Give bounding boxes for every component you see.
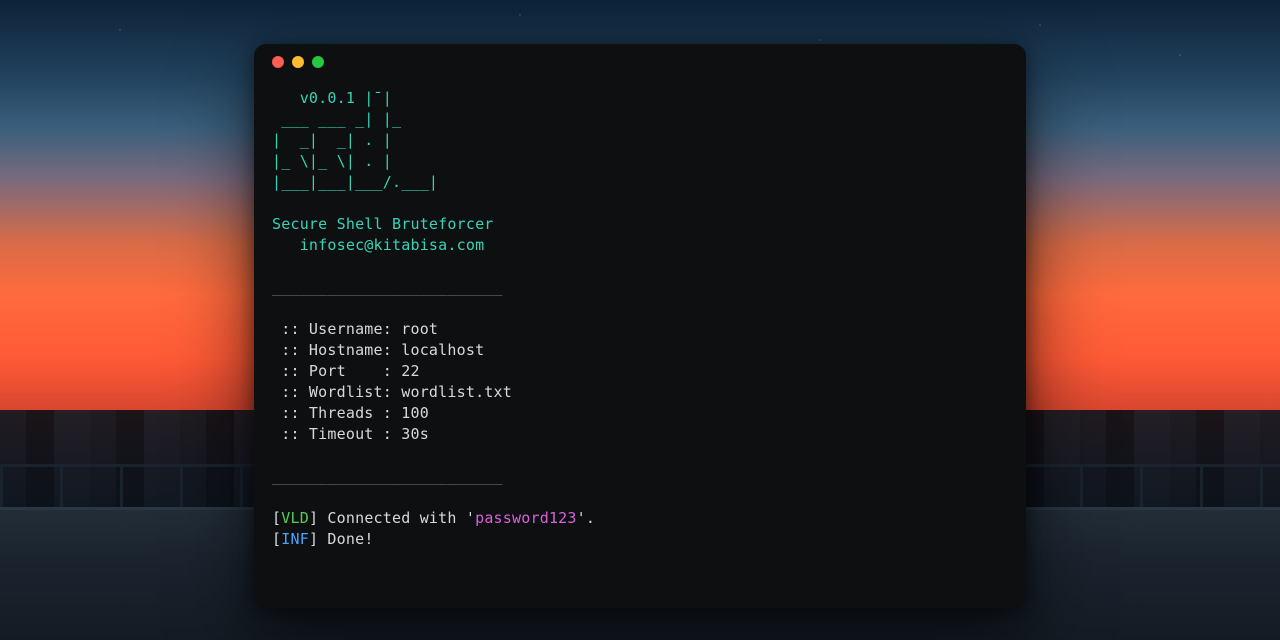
banner-title: Secure Shell Bruteforcer: [272, 215, 494, 233]
log-text: ] Done!: [309, 530, 374, 548]
param-label: :: Port :: [272, 362, 401, 380]
window-titlebar[interactable]: [254, 44, 1026, 80]
param-label: :: Hostname:: [272, 341, 401, 359]
separator-line: _________________________: [272, 278, 503, 296]
separator-line: _________________________: [272, 467, 503, 485]
param-value: localhost: [401, 341, 484, 359]
param-row: :: Username: root: [272, 320, 438, 338]
param-value: 22: [401, 362, 419, 380]
zoom-icon[interactable]: [312, 56, 324, 68]
ascii-banner-line: ___ ___ _| |_: [272, 110, 401, 128]
minimize-icon[interactable]: [292, 56, 304, 68]
param-value: 30s: [401, 425, 429, 443]
log-tag-inf: INF: [281, 530, 309, 548]
param-label: :: Threads :: [272, 404, 401, 422]
log-password: password123: [475, 509, 577, 527]
param-label: :: Timeout :: [272, 425, 401, 443]
param-row: :: Threads : 100: [272, 404, 429, 422]
ascii-banner-line: |_ \|_ \| . |: [272, 152, 392, 170]
log-line-inf: [INF] Done!: [272, 530, 374, 548]
log-text: '.: [577, 509, 595, 527]
param-row: :: Wordlist: wordlist.txt: [272, 383, 512, 401]
param-label: :: Username:: [272, 320, 401, 338]
param-label: :: Wordlist:: [272, 383, 401, 401]
terminal-window: v0.0.1 |¯| ___ ___ _| |_ | _| _| . | |_ …: [254, 44, 1026, 608]
param-row: :: Hostname: localhost: [272, 341, 484, 359]
bracket-open: [: [272, 509, 281, 527]
log-tag-vld: VLD: [281, 509, 309, 527]
param-value: root: [401, 320, 438, 338]
log-text: ] Connected with ': [309, 509, 475, 527]
ascii-banner-line: | _| _| . |: [272, 131, 392, 149]
log-line-vld: [VLD] Connected with 'password123'.: [272, 509, 595, 527]
param-row: :: Port : 22: [272, 362, 420, 380]
param-value: wordlist.txt: [401, 383, 512, 401]
desktop-wallpaper: v0.0.1 |¯| ___ ___ _| |_ | _| _| . | |_ …: [0, 0, 1280, 640]
param-value: 100: [401, 404, 429, 422]
ascii-banner-line: |___|___|___/.___|: [272, 173, 438, 191]
ascii-banner-line: v0.0.1 |¯|: [272, 89, 392, 107]
banner-contact: infosec@kitabisa.com: [272, 236, 484, 254]
bracket-open: [: [272, 530, 281, 548]
close-icon[interactable]: [272, 56, 284, 68]
terminal-output[interactable]: v0.0.1 |¯| ___ ___ _| |_ | _| _| . | |_ …: [254, 80, 1026, 568]
param-row: :: Timeout : 30s: [272, 425, 429, 443]
